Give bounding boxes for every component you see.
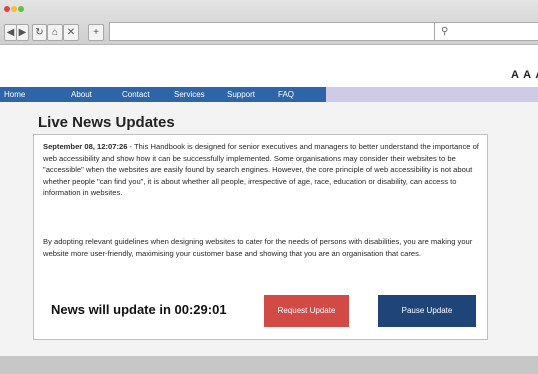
- stop-button[interactable]: ✕: [63, 24, 79, 41]
- forward-button[interactable]: ▶: [16, 24, 29, 41]
- home-icon: ⌂: [51, 27, 59, 38]
- search-icon: ⚲: [441, 26, 449, 37]
- nav-item-support[interactable]: Support: [227, 87, 255, 102]
- news-panel: September 08, 12:07:26 - This Handbook i…: [33, 134, 488, 340]
- page-title: Live News Updates: [38, 114, 175, 131]
- site-header: [0, 45, 538, 87]
- back-icon: ◀: [6, 27, 15, 38]
- nav-item-home[interactable]: Home: [4, 87, 25, 102]
- page-footer: [0, 356, 538, 374]
- minimize-window-dot[interactable]: [11, 6, 17, 12]
- close-icon: ✕: [66, 27, 76, 38]
- main-nav: Home About Contact Services Support FAQ: [0, 87, 538, 102]
- text-size-control[interactable]: A A A: [511, 69, 538, 81]
- address-bar[interactable]: [109, 22, 443, 41]
- plus-icon: +: [93, 27, 99, 38]
- nav-item-about[interactable]: About: [71, 87, 92, 102]
- maximize-window-dot[interactable]: [18, 6, 24, 12]
- news-paragraph-2: By adopting relevant guidelines when des…: [43, 237, 473, 258]
- pause-update-button[interactable]: Pause Update: [378, 295, 476, 327]
- news-paragraph-1: September 08, 12:07:26 - This Handbook i…: [43, 141, 479, 199]
- new-tab-button[interactable]: +: [88, 24, 104, 41]
- nav-item-services[interactable]: Services: [174, 87, 205, 102]
- reload-icon: ↻: [35, 27, 44, 38]
- reload-button[interactable]: ↻: [32, 24, 47, 41]
- nav-item-faq[interactable]: FAQ: [278, 87, 294, 102]
- close-window-dot[interactable]: [4, 6, 10, 12]
- request-update-button[interactable]: Request Update: [264, 295, 349, 327]
- nav-item-contact[interactable]: Contact: [122, 87, 150, 102]
- update-countdown: News will update in 00:29:01: [51, 302, 227, 317]
- home-button[interactable]: ⌂: [47, 24, 63, 41]
- news-timestamp: September 08, 12:07:26: [43, 142, 128, 151]
- browser-toolbar: ◀ ▶ ↻ ⌂ ✕ + ⚲: [0, 0, 538, 45]
- forward-icon: ▶: [18, 27, 27, 38]
- search-field[interactable]: ⚲: [434, 22, 538, 41]
